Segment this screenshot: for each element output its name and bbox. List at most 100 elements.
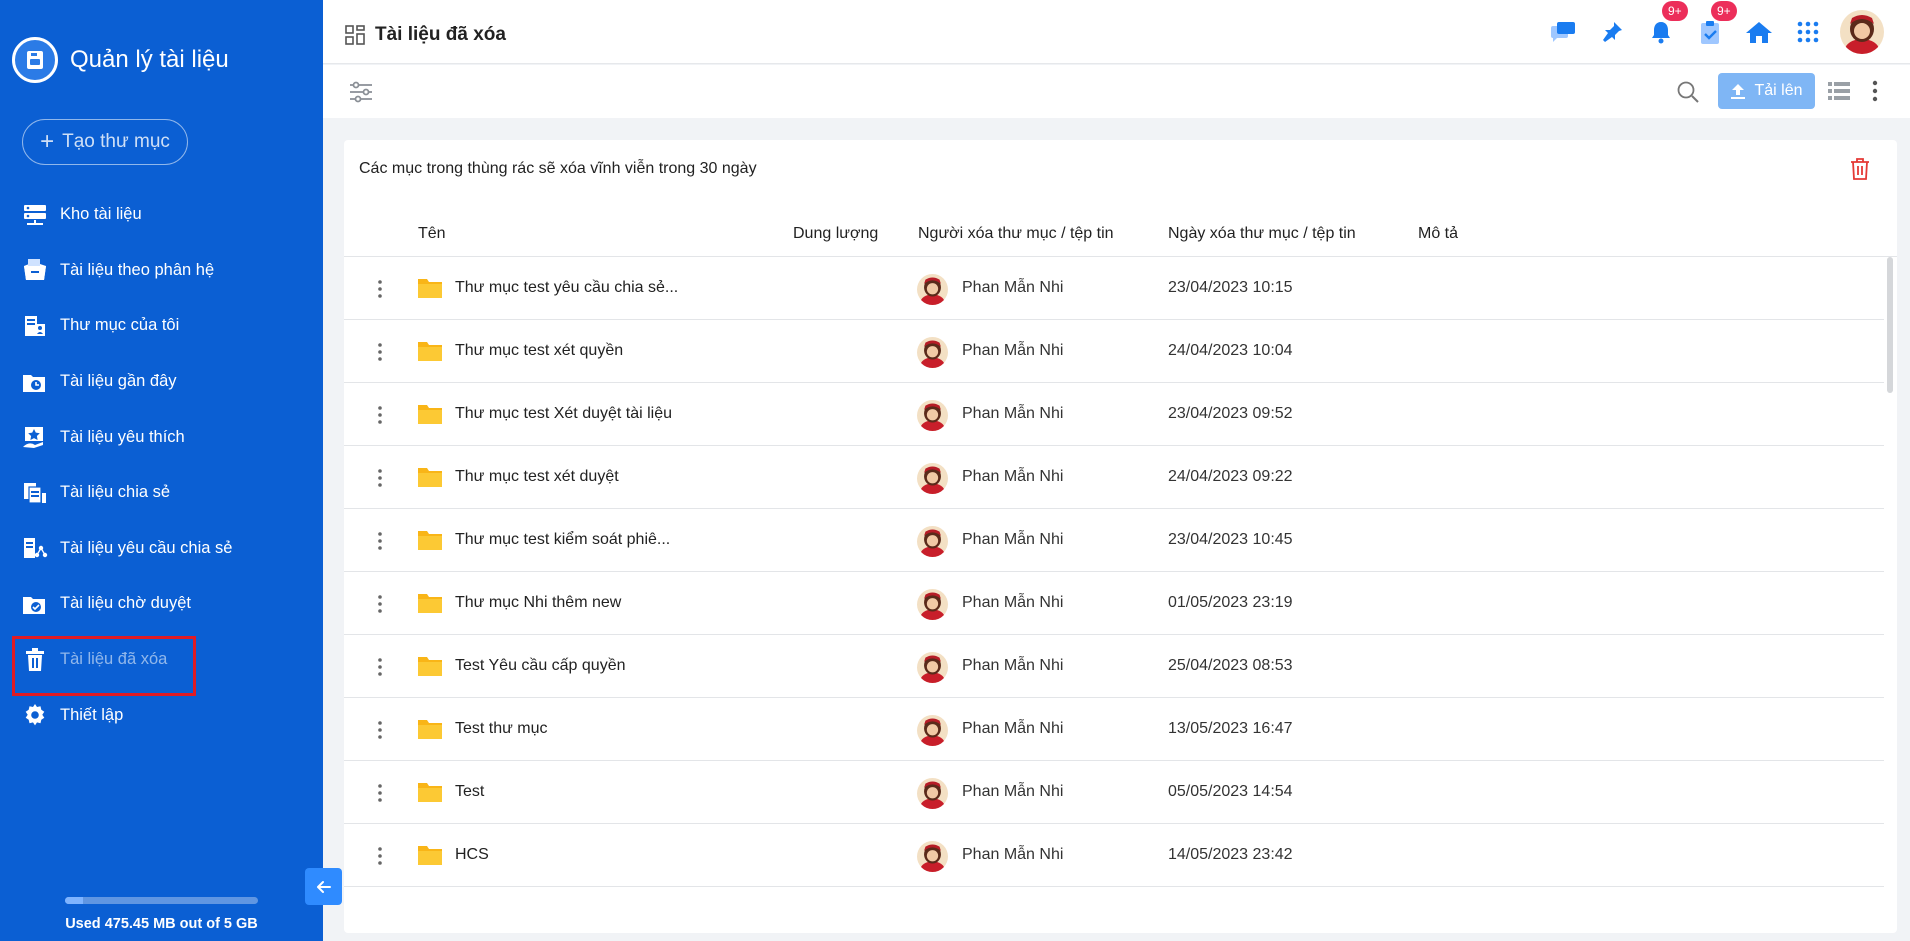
column-description[interactable]: Mô tả <box>1418 225 1458 243</box>
row-menu-button[interactable] <box>374 843 386 869</box>
kebab-menu-icon <box>378 721 382 739</box>
row-menu-button[interactable] <box>374 591 386 617</box>
row-name[interactable]: HCS <box>455 846 489 864</box>
sidebar-item-label: Tài liệu yêu thích <box>60 427 185 446</box>
pin-button[interactable] <box>1587 0 1636 64</box>
upload-icon <box>1731 84 1746 99</box>
user-avatar[interactable] <box>1840 10 1884 54</box>
sidebar-item-label: Tài liệu gần đây <box>60 372 177 391</box>
sidebar-item-label: Tài liệu chờ duyệt <box>60 594 191 613</box>
row-deleted-by: Phan Mẫn Nhi <box>962 531 1064 548</box>
column-deleted-date[interactable]: Ngày xóa thư mục / tệp tin <box>1168 225 1356 243</box>
sidebar-item-favorites[interactable]: Tài liệu yêu thích <box>0 409 323 465</box>
empty-trash-button[interactable] <box>1849 157 1873 183</box>
sidebar-item-share-requests[interactable]: Tài liệu yêu cầu chia sẻ <box>0 521 323 577</box>
sidebar-item-deleted-docs[interactable]: Tài liệu đã xóa <box>0 632 323 696</box>
folder-icon <box>418 594 442 613</box>
table-row[interactable]: Test Yêu cầu cấp quyền Phan Mẫn Nhi 25/0… <box>344 635 1884 698</box>
list-view-icon <box>1828 82 1850 100</box>
pending-approval-icon <box>22 591 48 617</box>
chat-button[interactable] <box>1538 0 1587 64</box>
avatar <box>917 337 948 368</box>
row-name[interactable]: Thư mục test kiểm soát phiê... <box>455 531 670 549</box>
table-row[interactable]: Thư mục test kiểm soát phiê... Phan Mẫn … <box>344 509 1884 572</box>
row-deleted-by: Phan Mẫn Nhi <box>962 468 1064 485</box>
row-name[interactable]: Thư mục test xét quyền <box>455 342 623 360</box>
folder-icon <box>418 720 442 739</box>
list-view-button[interactable] <box>1827 80 1851 104</box>
avatar <box>917 841 948 872</box>
folder-icon <box>418 531 442 550</box>
row-deleted-by: Phan Mẫn Nhi <box>962 342 1064 359</box>
row-name[interactable]: Thư mục test yêu cầu chia sẻ... <box>455 279 678 297</box>
server-icon <box>22 202 48 228</box>
row-name[interactable]: Test <box>455 783 484 801</box>
row-name[interactable]: Thư mục Nhi thêm new <box>455 594 621 612</box>
tasks-button[interactable]: 9+ <box>1685 0 1737 64</box>
trash-panel: Các mục trong thùng rác sẽ xóa vĩnh viễn… <box>344 140 1897 933</box>
row-menu-button[interactable] <box>374 528 386 554</box>
sidebar-item-pending-approval[interactable]: Tài liệu chờ duyệt <box>0 576 323 632</box>
folder-icon <box>418 657 442 676</box>
table-row[interactable]: Test Phan Mẫn Nhi 05/05/2023 14:54 <box>344 761 1884 824</box>
column-size[interactable]: Dung lượng <box>793 225 878 243</box>
upload-button[interactable]: Tải lên <box>1718 73 1815 109</box>
more-options-button[interactable] <box>1868 78 1882 104</box>
row-deleted-date: 01/05/2023 23:19 <box>1168 594 1293 611</box>
sidebar-item-label: Tài liệu đã xóa <box>60 650 168 669</box>
row-name[interactable]: Thư mục test Xét duyệt tài liệu <box>455 405 672 423</box>
table-row[interactable]: Thư mục test xét quyền Phan Mẫn Nhi 24/0… <box>344 320 1884 383</box>
row-menu-button[interactable] <box>374 339 386 365</box>
kebab-menu-icon <box>378 658 382 676</box>
avatar <box>917 778 948 809</box>
sidebar-item-docs-by-module[interactable]: Tài liệu theo phân hệ <box>0 243 323 299</box>
row-deleted-date: 23/04/2023 09:52 <box>1168 405 1293 422</box>
sliders-icon <box>350 81 372 103</box>
row-menu-button[interactable] <box>374 402 386 428</box>
sidebar-item-label: Tài liệu chia sẻ <box>60 483 171 502</box>
table-row[interactable]: Thư mục Nhi thêm new Phan Mẫn Nhi 01/05/… <box>344 572 1884 635</box>
row-deleted-date: 25/04/2023 08:53 <box>1168 657 1293 674</box>
table-row[interactable]: Thư mục test yêu cầu chia sẻ... Phan Mẫn… <box>344 257 1884 320</box>
row-menu-button[interactable] <box>374 465 386 491</box>
row-deleted-by: Phan Mẫn Nhi <box>962 594 1064 611</box>
folder-icon <box>418 783 442 802</box>
row-name[interactable]: Test thư mục <box>455 720 548 738</box>
page-title-group: Tài liệu đã xóa <box>345 24 506 46</box>
table-header: Tên Dung lượng Người xóa thư mục / tệp t… <box>344 210 1897 257</box>
notifications-button[interactable]: 9+ <box>1636 0 1688 64</box>
collapse-sidebar-button[interactable] <box>305 868 342 905</box>
row-deleted-by: Phan Mẫn Nhi <box>962 405 1064 422</box>
sidebar-item-document-store[interactable]: Kho tài liệu <box>0 187 323 243</box>
sidebar-item-shared[interactable]: Tài liệu chia sẻ <box>0 465 323 521</box>
table-row[interactable]: HCS Phan Mẫn Nhi 14/05/2023 23:42 <box>344 824 1884 887</box>
row-menu-button[interactable] <box>374 276 386 302</box>
table-scrollbar[interactable] <box>1887 257 1893 393</box>
row-menu-button[interactable] <box>374 780 386 806</box>
row-menu-button[interactable] <box>374 654 386 680</box>
kebab-menu-icon <box>378 280 382 298</box>
favorite-icon <box>22 424 48 450</box>
row-name[interactable]: Thư mục test xét duyệt <box>455 468 619 486</box>
sidebar-item-settings[interactable]: Thiết lập <box>0 687 323 743</box>
sidebar-item-recent[interactable]: Tài liệu gần đây <box>0 354 323 410</box>
home-button[interactable] <box>1734 0 1783 64</box>
table-row[interactable]: Test thư mục Phan Mẫn Nhi 13/05/2023 16:… <box>344 698 1884 761</box>
home-icon <box>1745 22 1772 43</box>
apps-button[interactable] <box>1783 0 1832 64</box>
column-name[interactable]: Tên <box>418 225 446 243</box>
brand[interactable]: Quản lý tài liệu <box>12 37 229 83</box>
sidebar-item-my-folder[interactable]: Thư mục của tôi <box>0 298 323 354</box>
table-row[interactable]: Thư mục test Xét duyệt tài liệu Phan Mẫn… <box>344 383 1884 446</box>
search-button[interactable] <box>1675 79 1701 105</box>
row-deleted-date: 23/04/2023 10:15 <box>1168 279 1293 296</box>
create-folder-button[interactable]: + Tạo thư mục <box>22 119 188 165</box>
column-deleted-by[interactable]: Người xóa thư mục / tệp tin <box>918 225 1114 243</box>
share-request-icon <box>22 535 48 561</box>
table-row[interactable]: Thư mục test xét duyệt Phan Mẫn Nhi 24/0… <box>344 446 1884 509</box>
filter-button[interactable] <box>347 78 375 106</box>
row-deleted-by: Phan Mẫn Nhi <box>962 720 1064 737</box>
row-menu-button[interactable] <box>374 717 386 743</box>
row-name[interactable]: Test Yêu cầu cấp quyền <box>455 657 626 675</box>
dashboard-grid-icon <box>345 25 365 45</box>
